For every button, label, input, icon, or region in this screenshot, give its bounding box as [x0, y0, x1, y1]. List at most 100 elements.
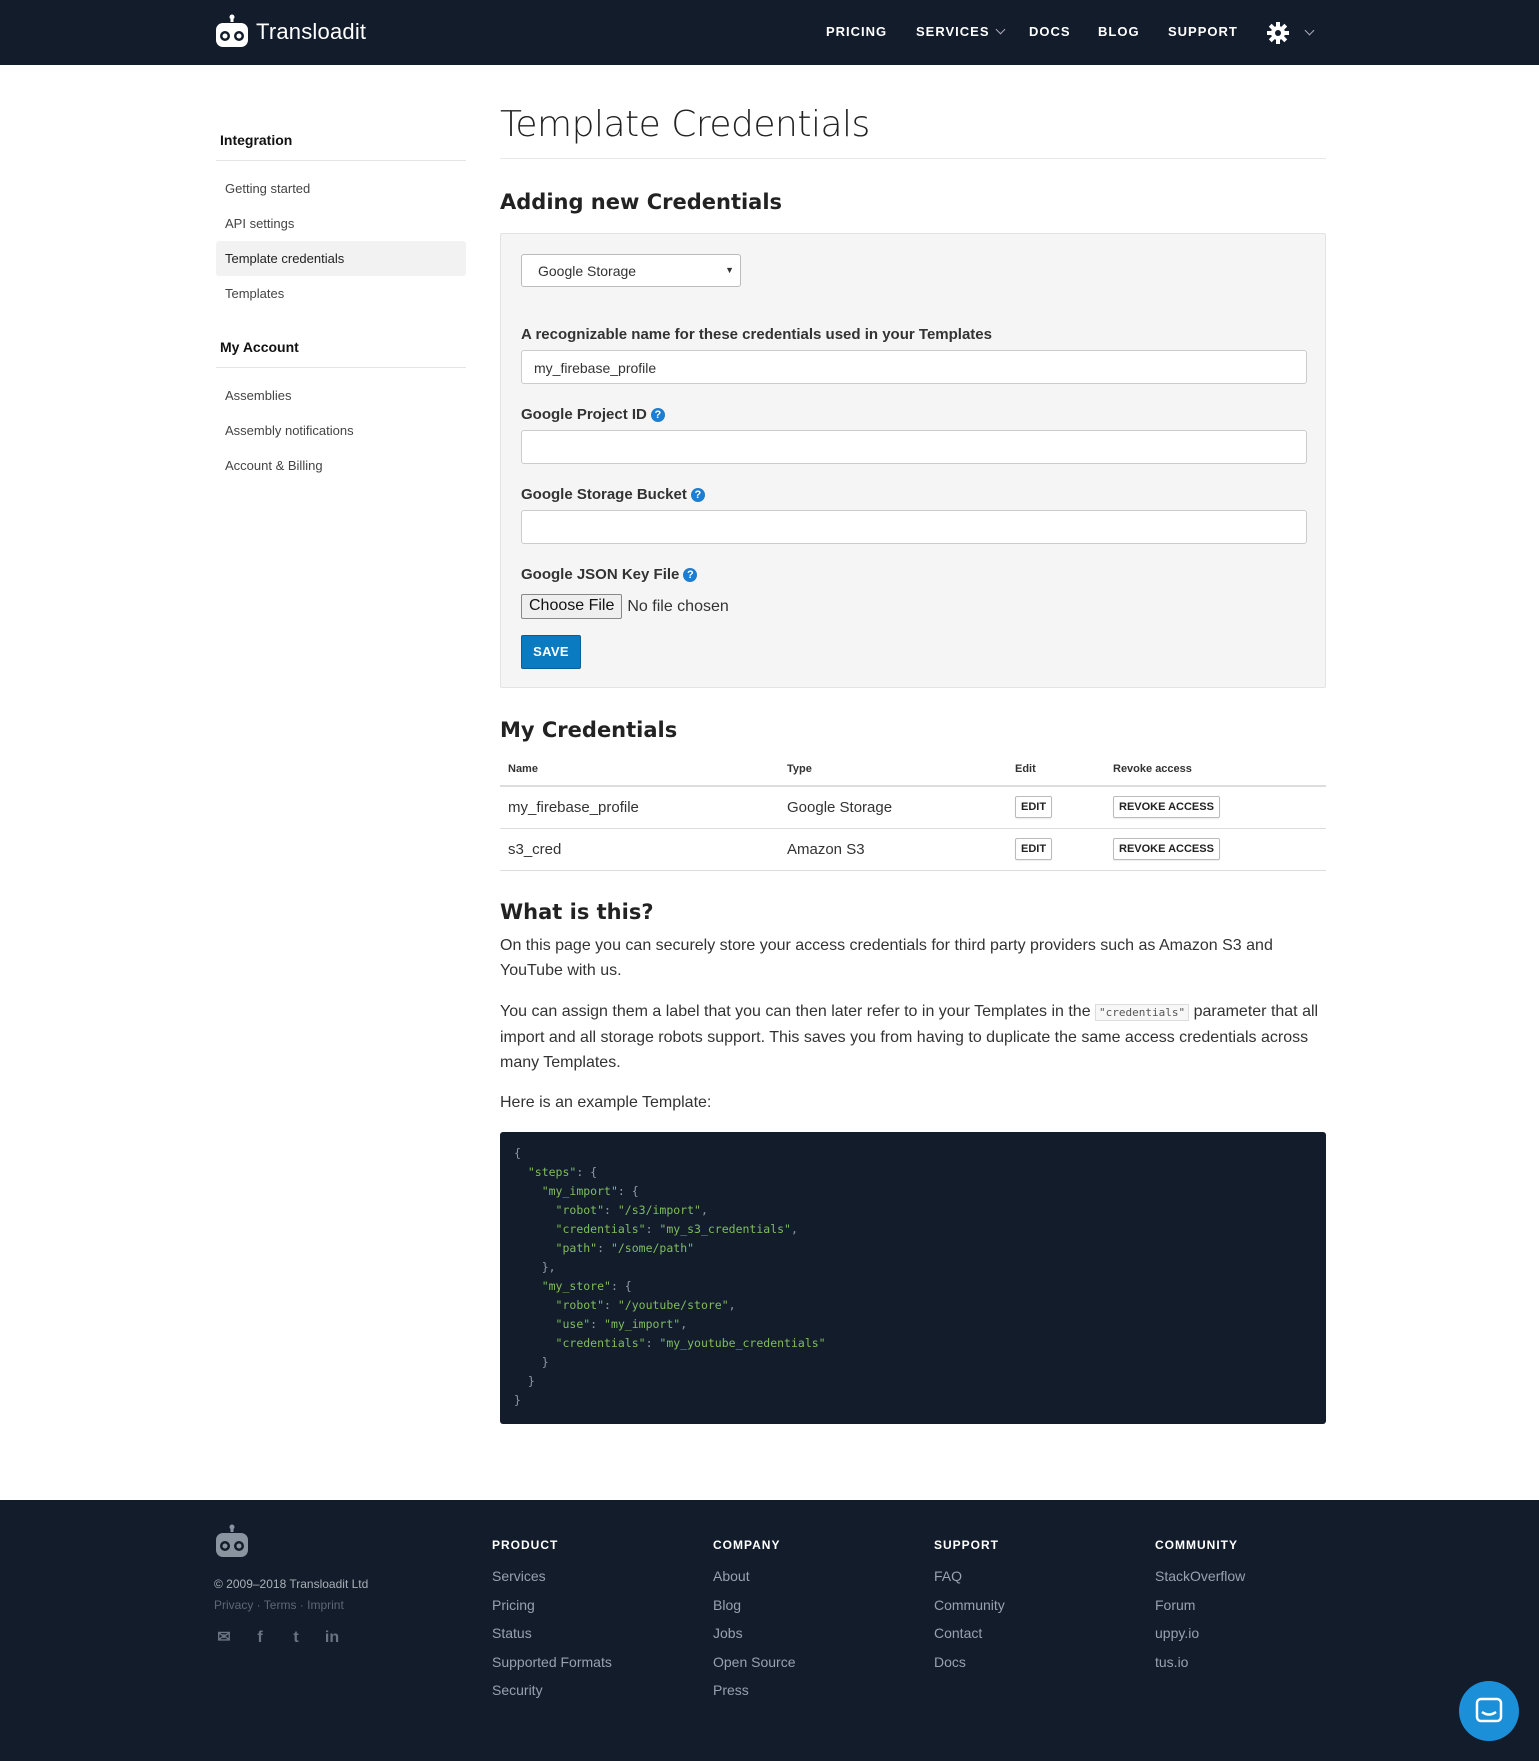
revoke-access-button[interactable]: REVOKE ACCESS [1113, 838, 1220, 860]
column-header-name: Name [500, 752, 779, 787]
sidebar-item-assemblies[interactable]: Assemblies [216, 378, 466, 413]
footer-link[interactable]: About [713, 1562, 796, 1591]
edit-button[interactable]: EDIT [1015, 796, 1053, 819]
top-navbar: Transloadit PRICING SERVICES DOCS BLOG S… [0, 0, 1539, 65]
keyfile-picker: Choose File No file chosen [521, 594, 729, 619]
footer-link[interactable]: Docs [934, 1648, 1005, 1677]
sidebar-list-my-account: Assemblies Assembly notifications Accoun… [216, 368, 466, 499]
info-paragraph-1: On this page you can securely store your… [500, 937, 1273, 979]
gear-icon[interactable] [1266, 21, 1290, 45]
revoke-access-button[interactable]: REVOKE ACCESS [1113, 796, 1220, 819]
info-paragraph-2: You can assign them a label that you can… [500, 999, 1330, 1075]
credentials-table: Name Type Edit Revoke access my_firebase… [500, 752, 1326, 871]
dropdown-arrow-icon: ▼ [725, 265, 734, 275]
edit-cell: EDIT [1007, 786, 1105, 829]
save-button[interactable]: SAVE [521, 635, 581, 669]
footer: © 2009–2018 Transloadit Ltd Privacy · Te… [0, 1500, 1539, 1761]
sidebar-item-templates[interactable]: Templates [216, 276, 466, 311]
footer-legal-links[interactable]: Privacy · Terms · Imprint [214, 1598, 344, 1612]
info-paragraph-3: Here is an example Template: [500, 1094, 712, 1111]
nav-support[interactable]: SUPPORT [1168, 24, 1238, 39]
sidebar-heading-my-account: My Account [216, 327, 466, 368]
footer-link[interactable]: tus.io [1155, 1648, 1245, 1677]
sidebar: Integration Getting started API settings… [216, 120, 466, 499]
footer-link[interactable]: Status [492, 1619, 612, 1648]
footer-link[interactable]: Services [492, 1562, 612, 1591]
keyfile-label: Google JSON Key File? [521, 566, 698, 583]
robot-logo-icon [216, 14, 248, 47]
credentials-form: Google Storage ▼ A recognizable name for… [500, 233, 1326, 688]
credential-name: s3_cred [500, 828, 779, 871]
sidebar-item-assembly-notifications[interactable]: Assembly notifications [216, 413, 466, 448]
provider-select-value: Google Storage [538, 263, 637, 279]
footer-link[interactable]: FAQ [934, 1562, 1005, 1591]
footer-link[interactable]: Security [492, 1676, 612, 1705]
sidebar-item-account-billing[interactable]: Account & Billing [216, 448, 466, 483]
edit-cell: EDIT [1007, 828, 1105, 871]
project-id-label-text: Google Project ID [521, 406, 647, 423]
nav-services[interactable]: SERVICES [916, 24, 1005, 39]
choose-file-button[interactable]: Choose File [521, 594, 623, 619]
name-label: A recognizable name for these credential… [521, 326, 992, 343]
name-input[interactable]: my_firebase_profile [521, 350, 1307, 384]
footer-column-company: COMPANY About Blog Jobs Open Source Pres… [713, 1538, 796, 1705]
sidebar-heading-integration: Integration [216, 120, 466, 161]
help-icon[interactable]: ? [690, 488, 705, 502]
edit-button[interactable]: EDIT [1015, 838, 1053, 860]
bucket-label: Google Storage Bucket? [521, 486, 705, 503]
linkedin-icon[interactable]: in [322, 1628, 342, 1648]
section-title-adding: Adding new Credentials [500, 190, 783, 214]
keyfile-label-text: Google JSON Key File [521, 566, 680, 583]
help-icon[interactable]: ? [683, 568, 698, 582]
footer-link[interactable]: Contact [934, 1619, 1005, 1648]
footer-column-support: SUPPORT FAQ Community Contact Docs [934, 1538, 1005, 1676]
mail-icon[interactable]: ✉ [214, 1628, 234, 1648]
chat-launcher-button[interactable] [1459, 1681, 1519, 1741]
nav-pricing[interactable]: PRICING [826, 24, 887, 39]
sidebar-item-api-settings[interactable]: API settings [216, 206, 466, 241]
brand-logo[interactable]: Transloadit [214, 14, 366, 50]
footer-link[interactable]: StackOverflow [1155, 1562, 1245, 1591]
nav-blog[interactable]: BLOG [1098, 24, 1140, 39]
column-header-revoke: Revoke access [1105, 752, 1326, 787]
column-header-edit: Edit [1007, 752, 1105, 787]
credential-type: Amazon S3 [779, 828, 1007, 871]
brand-name: Transloadit [256, 19, 367, 44]
footer-heading: SUPPORT [934, 1538, 1000, 1552]
footer-heading: PRODUCT [492, 1538, 559, 1552]
footer-link[interactable]: Press [713, 1676, 796, 1705]
footer-copyright: © 2009–2018 Transloadit Ltd [214, 1577, 369, 1591]
sidebar-item-getting-started[interactable]: Getting started [216, 171, 466, 206]
footer-link[interactable]: Supported Formats [492, 1648, 612, 1677]
footer-link[interactable]: Forum [1155, 1591, 1245, 1620]
footer-link[interactable]: Pricing [492, 1591, 612, 1620]
footer-column-community: COMMUNITY StackOverflow Forum uppy.io tu… [1155, 1538, 1245, 1676]
footer-link[interactable]: Community [934, 1591, 1005, 1620]
twitter-icon[interactable]: t [286, 1628, 306, 1648]
sidebar-item-template-credentials[interactable]: Template credentials [216, 241, 466, 276]
facebook-icon[interactable]: f [250, 1628, 270, 1648]
table-header-row: Name Type Edit Revoke access [500, 752, 1326, 787]
footer-link[interactable]: uppy.io [1155, 1619, 1245, 1648]
chevron-down-icon [995, 24, 1005, 35]
main-content: Template Credentials Adding new Credenti… [500, 90, 1326, 1424]
page-title: Template Credentials [500, 90, 1326, 159]
provider-select[interactable]: Google Storage ▼ [521, 254, 741, 287]
project-id-label: Google Project ID? [521, 406, 665, 423]
footer-column-product: PRODUCT Services Pricing Status Supporte… [492, 1538, 612, 1705]
credentials-param-code: "credentials" [1095, 1004, 1190, 1021]
bucket-input[interactable] [521, 510, 1307, 544]
footer-link[interactable]: Open Source [713, 1648, 796, 1677]
chevron-down-icon[interactable] [1304, 25, 1315, 36]
bucket-label-text: Google Storage Bucket [521, 486, 687, 503]
footer-link[interactable]: Jobs [713, 1619, 796, 1648]
section-title-my-credentials: My Credentials [500, 718, 678, 742]
info-paragraph-2-start: You can assign them a label that you can… [500, 1003, 1096, 1020]
revoke-cell: REVOKE ACCESS [1105, 828, 1326, 871]
project-id-input[interactable] [521, 430, 1307, 464]
footer-link[interactable]: Blog [713, 1591, 796, 1620]
robot-logo-icon[interactable] [214, 1524, 250, 1560]
help-icon[interactable]: ? [650, 408, 665, 422]
code-content: { "steps": { "my_import": { "robot": "/s… [514, 1146, 826, 1407]
nav-docs[interactable]: DOCS [1029, 24, 1071, 39]
